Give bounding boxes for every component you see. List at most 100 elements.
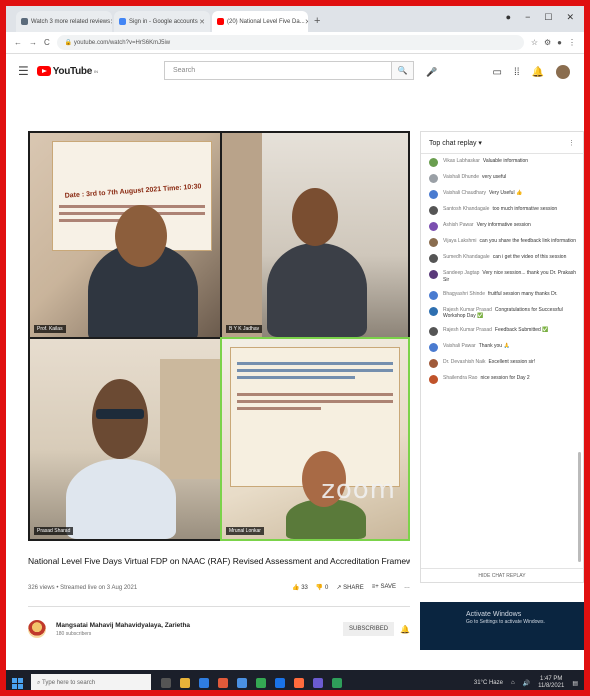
more-actions-button[interactable]: … [404, 584, 410, 591]
back-icon[interactable]: ← [14, 38, 22, 47]
taskbar-app-icon[interactable] [332, 678, 342, 688]
chat-message-text: Very Useful 👍 [489, 190, 523, 196]
taskbar-app-icon[interactable] [256, 678, 266, 688]
video-player[interactable]: Date : 3rd to 7th August 2021 Time: 10:3… [28, 131, 410, 541]
chat-message: Rajesh Kumar Prasad Feedback Submitted ✅ [429, 327, 577, 336]
subscribe-button[interactable]: SUBSCRIBED [343, 622, 395, 636]
channel-name[interactable]: Mangsatai Mahavij Mahavidyalaya, Zarieth… [56, 622, 190, 629]
browser-tab-bar: Watch 3 more related reviews ✕ Sign in -… [6, 6, 584, 32]
browser-tab-1[interactable]: Watch 3 more related reviews ✕ [16, 11, 112, 32]
chat-message-body: Dr. Devashish Naik Excellent session sir! [443, 359, 535, 366]
search-button[interactable]: 🔍 [391, 62, 413, 79]
participant-name-label: Prof. Kailas [34, 325, 66, 333]
taskbar-app-icon[interactable] [275, 678, 285, 688]
hide-chat-replay-button[interactable]: HIDE CHAT REPLAY [421, 568, 583, 582]
divider [28, 606, 410, 607]
chat-author-name: Sandeep Jagtap [443, 270, 480, 276]
taskbar-app-icon[interactable] [313, 678, 323, 688]
chat-author-avatar [429, 306, 438, 316]
notifications-bell-icon[interactable]: 🔔 [532, 67, 544, 78]
browser-tab-active[interactable]: (20) National Level Five Da... ✕ [212, 11, 308, 32]
chat-message-text: Very informative session [476, 222, 531, 228]
close-tab-icon[interactable]: ✕ [199, 18, 205, 26]
notification-center-icon[interactable]: ▤ [572, 680, 578, 687]
screenshot-frame: Watch 3 more related reviews ✕ Sign in -… [0, 0, 590, 696]
chat-message-body: Rajesh Kumar Prasad Feedback Submitted ✅ [443, 327, 548, 334]
network-icon[interactable]: ⌂ [511, 680, 515, 686]
chat-message-body: Vaishali Dhunde very useful [443, 174, 506, 181]
dislike-button[interactable]: 👎 0 [316, 584, 329, 591]
playlist-add-icon: ≡+ [371, 584, 379, 590]
maximize-icon[interactable]: ☐ [544, 12, 552, 23]
youtube-favicon-icon [217, 18, 224, 25]
participant-body [267, 243, 367, 337]
youtube-logo[interactable]: YouTube IN [36, 66, 98, 77]
youtube-header: ☰ YouTube IN Search 🔍 🎤 ▭ ⁞⁞ 🔔 [6, 54, 584, 88]
like-button[interactable]: 👍 33 [292, 584, 308, 591]
chat-replay-panel: Top chat replay ▾ ⋮ Vikas Labhaskar Valua… [420, 131, 584, 583]
taskbar-app-icon[interactable] [199, 678, 209, 688]
chat-author-avatar [429, 343, 438, 352]
chat-options-icon[interactable]: ⋮ [568, 139, 575, 147]
extensions-icon[interactable]: ⚙ [544, 38, 551, 47]
chat-message: Vaishali Pawar Thank you 🙏 [429, 343, 577, 352]
forward-icon[interactable]: → [29, 38, 37, 47]
browser-tab-2[interactable]: Sign in - Google accounts ✕ [114, 11, 210, 32]
apps-grid-icon[interactable]: ⁞⁞ [514, 67, 520, 78]
account-avatar[interactable] [556, 65, 570, 79]
minimize-icon[interactable]: − [525, 12, 530, 23]
chat-author-name: Sumedh Khandagale [443, 254, 490, 260]
taskbar-app-icon[interactable] [180, 678, 190, 688]
clock[interactable]: 1:47 PM 11/8/2021 [538, 676, 564, 690]
save-button[interactable]: ≡+ SAVE [372, 584, 396, 591]
share-label: SHARE [343, 585, 364, 591]
chat-message: Bhagyashri Shinde fruitful session many t… [429, 290, 577, 300]
participant-head [92, 379, 148, 459]
taskbar-search-input[interactable]: ⌕ Type here to search [31, 674, 151, 690]
address-bar: ← → C 🔒 youtube.com/watch?v=HrS6KmJ5iw ☆… [6, 32, 584, 54]
hamburger-menu-icon[interactable]: ☰ [18, 64, 29, 78]
top-chat-replay-dropdown[interactable]: Top chat replay ▾ [429, 139, 482, 147]
chat-author-name: Rajesh Kumar Prasad [443, 327, 492, 333]
volume-icon[interactable]: 🔊 [523, 680, 530, 687]
chat-message-body: Santosh Khandagale too much informative s… [443, 206, 557, 213]
chat-scrollbar[interactable] [578, 452, 581, 562]
chat-author-avatar [429, 174, 438, 183]
browser-menu-icon[interactable]: ⋮ [568, 38, 576, 47]
chat-message-body: Sumedh Khandagale can i get the video of … [443, 254, 566, 261]
participant-head [115, 205, 167, 267]
chat-message: Sumedh Khandagale can i get the video of … [429, 254, 577, 263]
chat-author-name: Dr. Devashish Naik [443, 359, 486, 365]
search-input[interactable]: Search 🔍 [164, 61, 414, 80]
taskbar-app-icon[interactable] [237, 678, 247, 688]
participant-name-label: B Y K Jadhav [226, 325, 263, 333]
windows-start-icon[interactable] [12, 677, 23, 689]
taskbar-app-icon[interactable] [294, 678, 304, 688]
url-field[interactable]: 🔒 youtube.com/watch?v=HrS6KmJ5iw [56, 35, 524, 50]
chat-header: Top chat replay ▾ ⋮ [421, 132, 583, 154]
channel-avatar[interactable] [28, 620, 46, 638]
chat-author-name: Vaishali Pawar [443, 343, 476, 349]
clock-time: 1:47 PM [540, 675, 563, 682]
share-button[interactable]: ↗ SHARE [336, 584, 363, 591]
taskbar-app-icons [161, 678, 342, 688]
close-tab-icon[interactable]: ✕ [305, 18, 308, 26]
chat-author-name: Vikas Labhaskar [443, 158, 480, 164]
close-tab-icon[interactable]: ✕ [110, 18, 112, 26]
video-meta-row: 326 views • Streamed live on 3 Aug 2021 … [28, 584, 410, 591]
profile-dot-icon[interactable]: ● [506, 12, 511, 23]
new-tab-button[interactable]: + [314, 15, 320, 27]
weather-widget[interactable]: 31°C Haze [474, 680, 503, 686]
subscriber-count: 180 subscribers [56, 630, 92, 637]
notification-bell-icon[interactable]: 🔔 [400, 625, 410, 634]
close-window-icon[interactable]: ✕ [566, 12, 574, 23]
microphone-icon[interactable]: 🎤 [426, 67, 437, 78]
bookmark-star-icon[interactable]: ☆ [531, 38, 538, 47]
chat-author-avatar [429, 327, 438, 336]
taskbar-app-icon[interactable] [161, 678, 171, 688]
chat-author-name: Bhagyashri Shinde [443, 290, 485, 297]
reload-icon[interactable]: C [44, 38, 50, 47]
create-video-icon[interactable]: ▭ [493, 67, 502, 78]
profile-icon[interactable]: ● [557, 38, 562, 47]
taskbar-app-icon[interactable] [218, 678, 228, 688]
